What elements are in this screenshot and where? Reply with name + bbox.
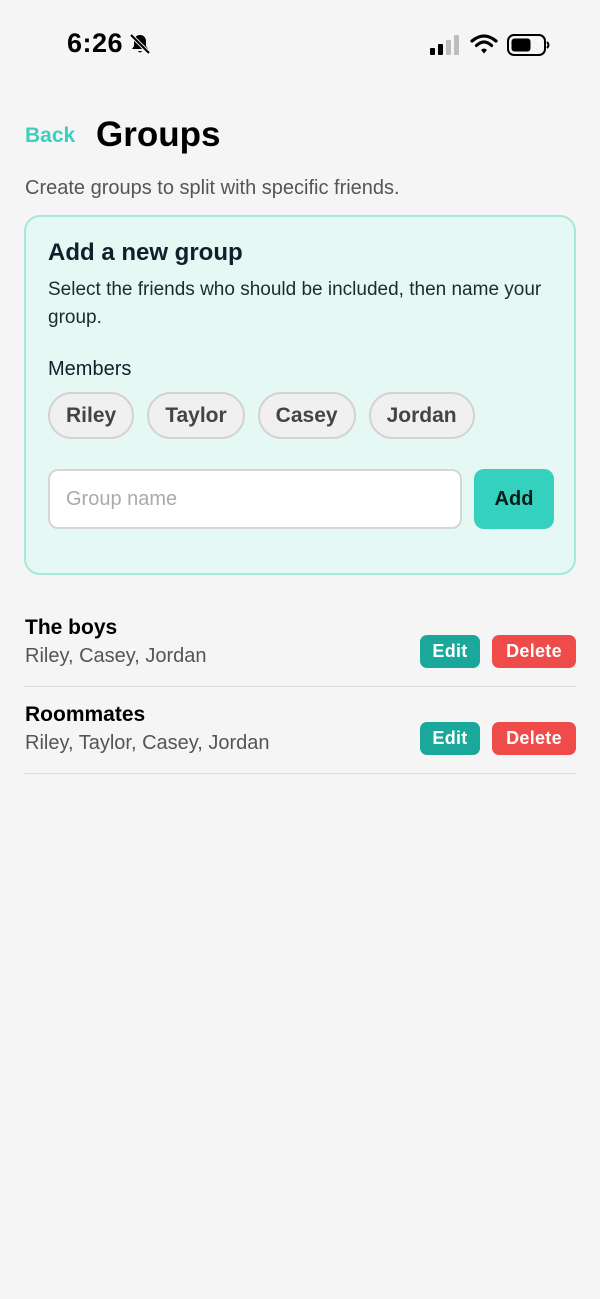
card-title: Add a new group [48, 239, 243, 266]
delete-group-button[interactable]: Delete [492, 635, 576, 668]
member-chip-taylor[interactable]: Taylor [147, 392, 245, 439]
add-group-button[interactable]: Add [474, 469, 554, 529]
add-group-card: Add a new group Select the friends who s… [24, 215, 576, 575]
battery-icon [507, 34, 550, 56]
member-chip-jordan[interactable]: Jordan [368, 392, 475, 439]
group-members: Riley, Taylor, Casey, Jordan [25, 732, 270, 754]
group-name: Roommates [25, 703, 146, 726]
page-subtitle: Create groups to split with specific fri… [25, 177, 400, 199]
edit-group-button[interactable]: Edit [420, 722, 480, 755]
status-bar: 6:26 [0, 0, 600, 90]
bell-slash-icon [129, 33, 151, 55]
group-members: Riley, Casey, Jordan [25, 645, 207, 667]
status-time: 6:26 [67, 28, 124, 58]
back-button[interactable]: Back [25, 124, 75, 148]
group-row: Roommates Riley, Taylor, Casey, Jordan E… [24, 687, 576, 774]
cellular-signal-icon [430, 35, 459, 55]
member-chip-casey[interactable]: Casey [257, 392, 356, 439]
wifi-icon [470, 34, 498, 54]
members-label: Members [48, 358, 132, 380]
member-chip-riley[interactable]: Riley [48, 392, 135, 439]
group-name: The boys [25, 616, 118, 639]
group-row: The boys Riley, Casey, Jordan Edit Delet… [24, 600, 576, 687]
page-title: Groups [96, 115, 221, 154]
member-chips: Riley Taylor Casey Jordan [48, 392, 475, 439]
card-description: Select the friends who should be include… [48, 279, 542, 328]
edit-group-button[interactable]: Edit [420, 635, 480, 668]
delete-group-button[interactable]: Delete [492, 722, 576, 755]
group-name-input[interactable] [48, 469, 462, 529]
